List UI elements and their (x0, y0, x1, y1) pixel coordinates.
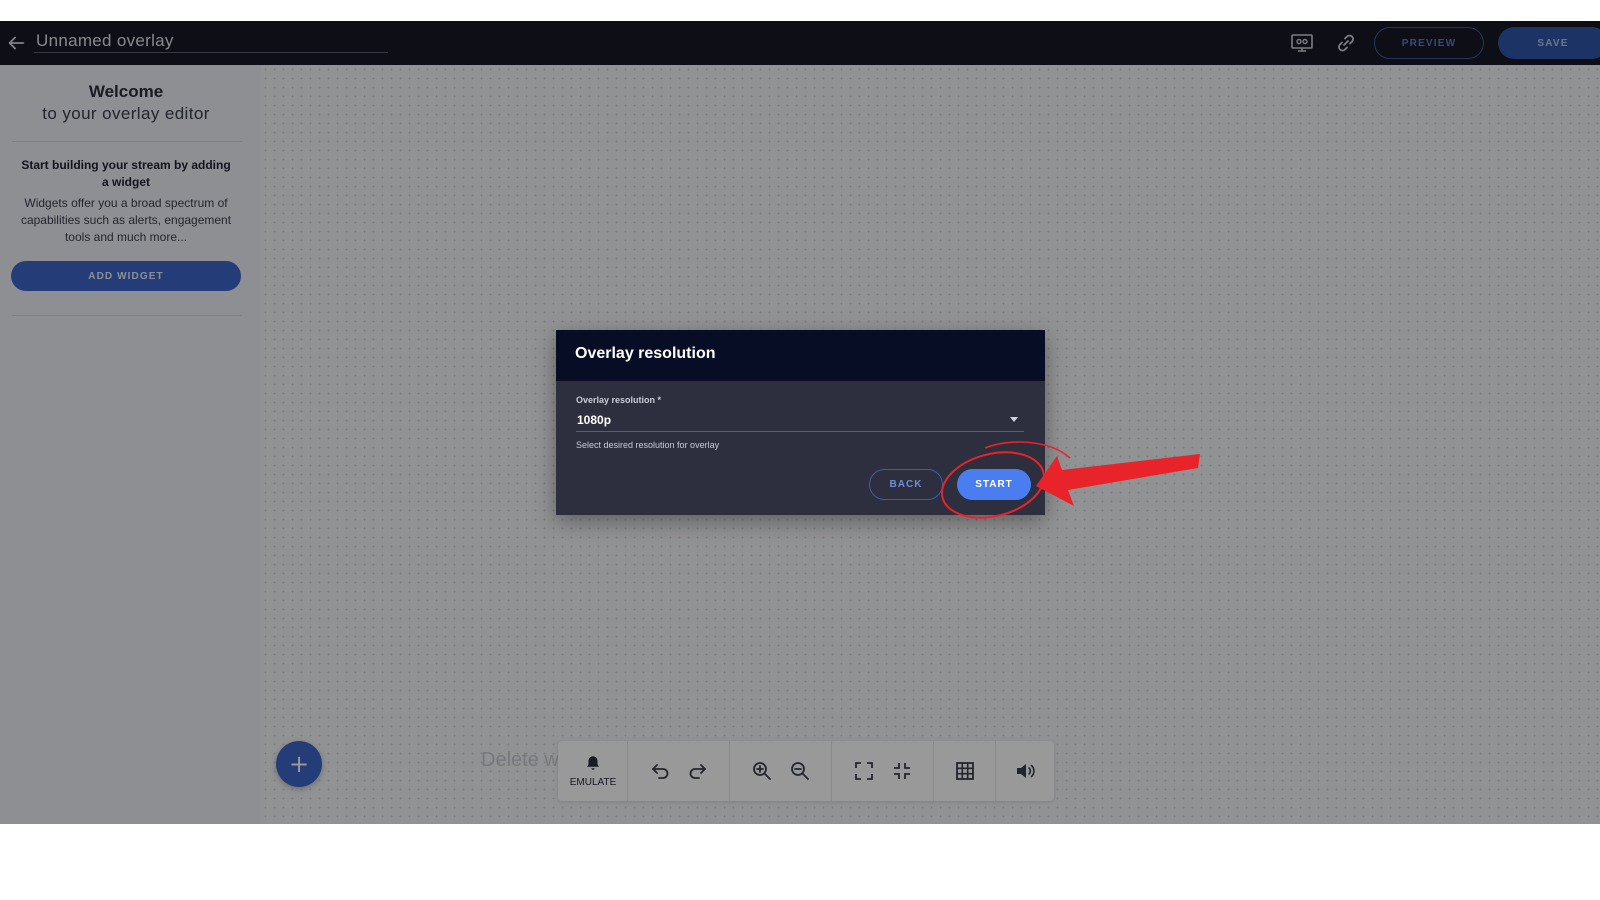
start-button[interactable]: START (957, 469, 1031, 500)
resolution-helper-text: Select desired resolution for overlay (576, 440, 720, 450)
overlay-resolution-dialog: Overlay resolution Overlay resolution * … (556, 330, 1045, 515)
overlay-editor-app: Unnamed overlay PREVIEW SAVE Welcome to … (0, 21, 1600, 824)
resolution-field-label: Overlay resolution * (576, 395, 662, 405)
back-button[interactable]: BACK (869, 469, 943, 500)
dialog-header: Overlay resolution (556, 330, 1045, 381)
dialog-title: Overlay resolution (575, 345, 716, 362)
resolution-selected-value: 1080p (577, 413, 612, 427)
chevron-down-icon (1010, 417, 1018, 422)
resolution-select[interactable]: 1080p (576, 410, 1024, 432)
